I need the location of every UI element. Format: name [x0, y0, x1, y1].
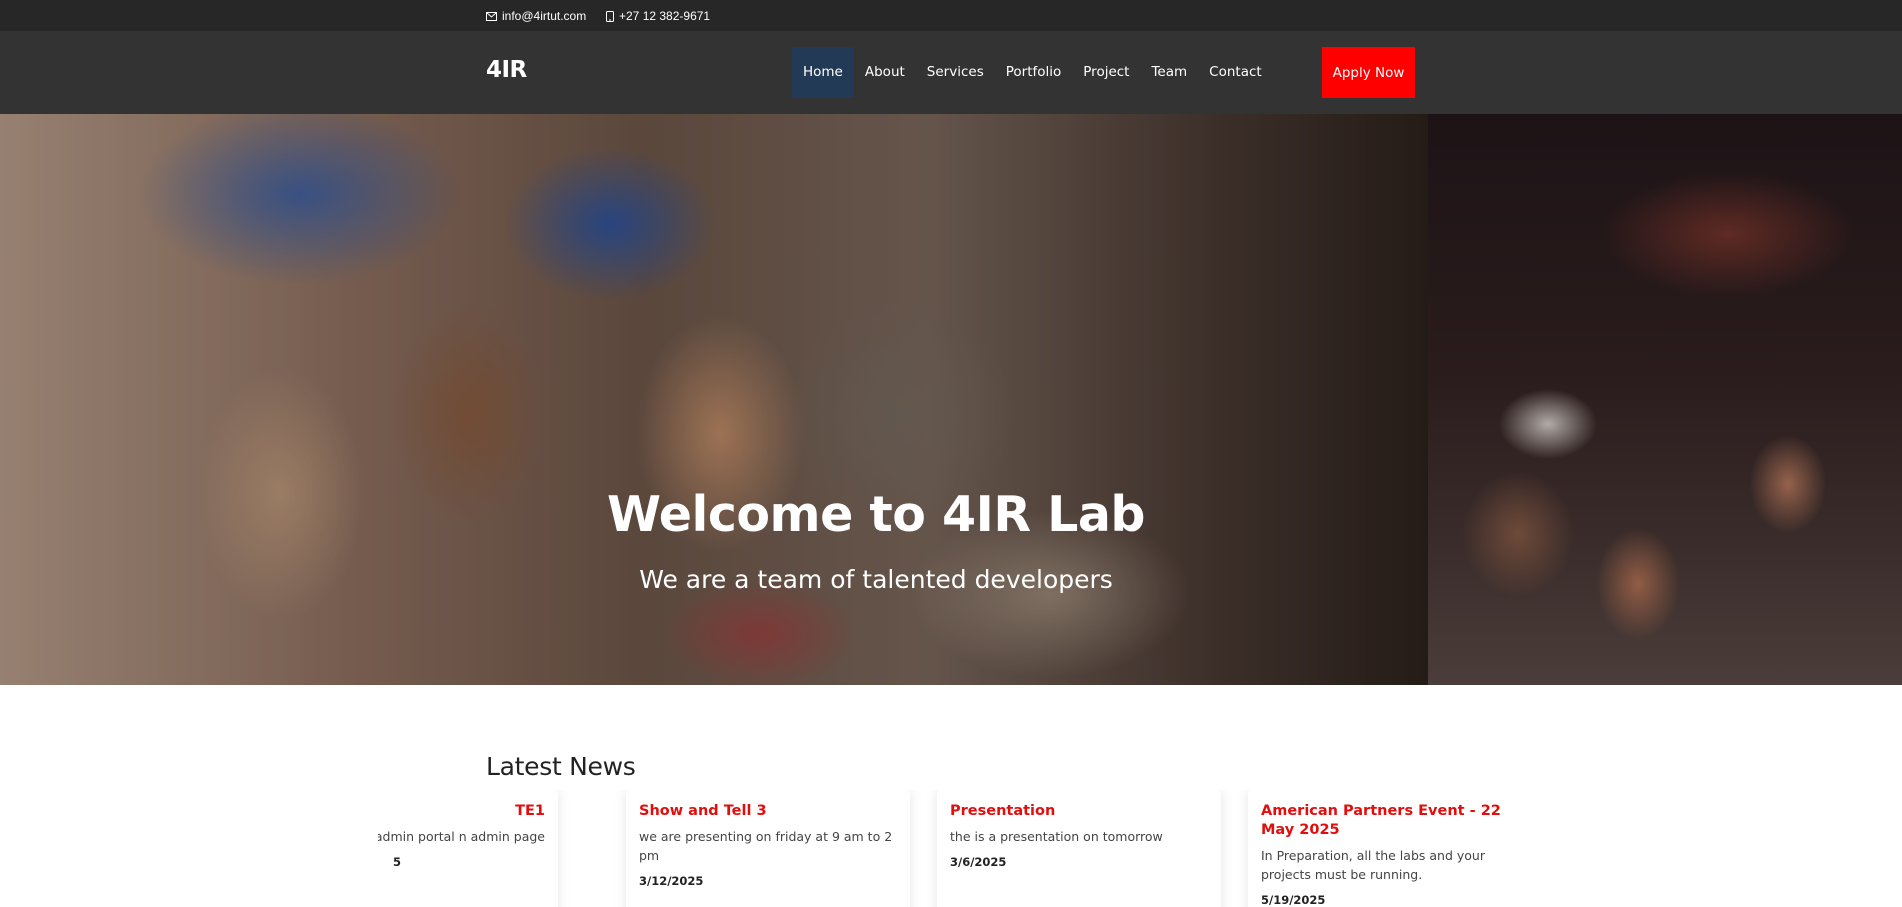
hero-title: Welcome to 4IR Lab — [606, 486, 1146, 543]
news-card-title[interactable]: TE1 — [378, 802, 545, 821]
news-card-date: 3/12/2025 — [639, 874, 704, 888]
news-card[interactable]: Show and Tell 3 we are presenting on fri… — [626, 790, 910, 907]
phone-text[interactable]: +27 12 382-9671 — [619, 9, 710, 23]
news-card[interactable]: TE1 ng and admin portal n admin page 5 — [378, 790, 558, 907]
hero-overlay — [0, 114, 1428, 685]
top-contact-bar: info@4irtut.com +27 12 382-9671 — [0, 0, 1902, 31]
hero-banner: Welcome to 4IR Lab We are a team of tale… — [0, 114, 1902, 685]
apply-now-button[interactable]: Apply Now — [1322, 47, 1415, 98]
nav-project[interactable]: Project — [1072, 47, 1140, 98]
main-nav: Home About Services Portfolio Project Te… — [792, 47, 1273, 98]
hero-subtitle: We are a team of talented developers — [639, 565, 1113, 594]
news-card[interactable]: American Partners Event - 22 May 2025 In… — [1248, 790, 1524, 907]
nav-home[interactable]: Home — [792, 47, 854, 98]
hero-side-photo — [1428, 114, 1902, 685]
news-card-description: the is a presentation on tomorrow — [950, 829, 1163, 844]
news-card-description: In Preparation, all the labs and your pr… — [1261, 848, 1485, 882]
news-carousel[interactable]: TE1 ng and admin portal n admin page 5 S… — [378, 790, 1524, 907]
mobile-phone-icon — [606, 10, 614, 22]
email-text[interactable]: info@4irtut.com — [502, 9, 586, 23]
news-card-date: 3/6/2025 — [950, 855, 1007, 869]
envelope-icon — [486, 11, 497, 21]
latest-news-heading: Latest News — [486, 752, 636, 781]
nav-services[interactable]: Services — [916, 47, 995, 98]
news-card-title[interactable]: Show and Tell 3 — [639, 802, 897, 821]
news-card-date: 5/19/2025 — [1261, 893, 1326, 907]
news-card[interactable]: Presentation the is a presentation on to… — [937, 790, 1221, 907]
nav-about[interactable]: About — [854, 47, 916, 98]
news-card-description: ng and admin portal n admin page — [378, 829, 545, 844]
news-card-date: 5 — [393, 855, 402, 869]
news-card-title[interactable]: Presentation — [950, 802, 1208, 821]
nav-team[interactable]: Team — [1140, 47, 1198, 98]
news-card-title[interactable]: American Partners Event - 22 May 2025 — [1261, 802, 1519, 840]
email-contact[interactable]: info@4irtut.com — [486, 9, 586, 23]
phone-contact[interactable]: +27 12 382-9671 — [606, 9, 710, 23]
site-header: 4IR Home About Services Portfolio Projec… — [0, 31, 1902, 114]
nav-contact[interactable]: Contact — [1198, 47, 1273, 98]
news-card-description: we are presenting on friday at 9 am to 2… — [639, 829, 893, 863]
nav-portfolio[interactable]: Portfolio — [995, 47, 1073, 98]
site-logo[interactable]: 4IR — [486, 57, 527, 83]
